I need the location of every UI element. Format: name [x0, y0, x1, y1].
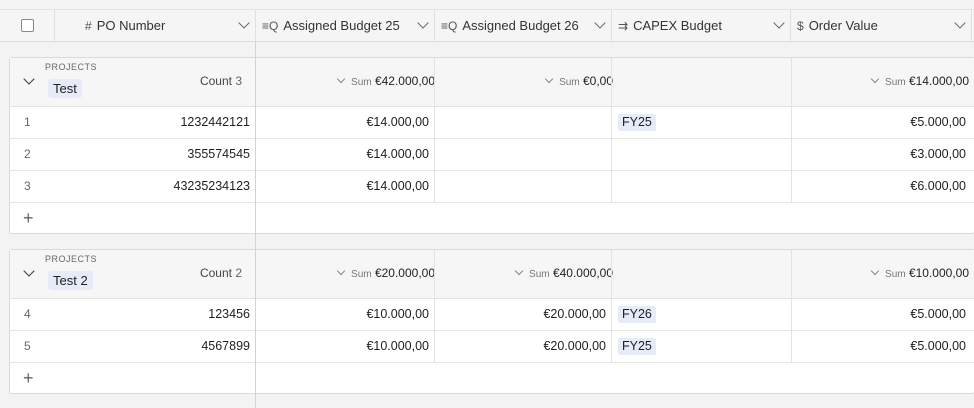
group-field-label: PROJECTS [45, 254, 98, 264]
column-header-po-number[interactable]: # PO Number [55, 10, 256, 41]
order-value-cell[interactable]: €5.000,00 [791, 330, 972, 362]
group-count: Count 3 [199, 74, 242, 88]
summary-order-value[interactable]: Sum €10.000,00 [870, 266, 969, 280]
assigned-budget-26-cell[interactable]: €20.000,00 [435, 330, 612, 362]
chevron-down-icon[interactable] [594, 17, 606, 29]
po-number-cell[interactable]: 43235234123 [55, 170, 256, 202]
table-row[interactable]: 2 355574545 €14.000,00 €3.000,00 [10, 138, 974, 171]
assigned-budget-26-cell[interactable]: €20.000,00 [435, 298, 612, 330]
po-number-cell[interactable]: 355574545 [55, 138, 256, 170]
assigned-budget-25-cell[interactable]: €14.000,00 [256, 138, 435, 170]
group-field-label: PROJECTS [45, 62, 98, 72]
select-all-checkbox[interactable] [21, 19, 34, 32]
capex-budget-cell[interactable]: FY25 [618, 330, 656, 362]
capex-budget-cell[interactable]: FY25 [618, 106, 656, 138]
column-header-row: # PO Number ≡Q Assigned Budget 25 ≡Q Ass… [0, 9, 974, 42]
assigned-budget-25-cell[interactable]: €10.000,00 [256, 298, 435, 330]
column-header-capex-budget[interactable]: ⇉ CAPEX Budget [612, 10, 791, 41]
summary-assigned-budget-26[interactable]: Sum €40.000,00 [514, 266, 613, 280]
summary-order-value[interactable]: Sum €14.000,00 [870, 74, 969, 88]
assigned-budget-25-cell[interactable]: €14.000,00 [256, 106, 435, 138]
assigned-budget-26-cell[interactable] [435, 170, 612, 202]
row-number: 2 [24, 147, 31, 161]
assigned-budget-25-cell[interactable]: €10.000,00 [256, 330, 435, 362]
table-row[interactable]: 4 123456 €10.000,00 €20.000,00 FY26 €5.0… [10, 298, 974, 331]
column-label: Assigned Budget 25 [283, 18, 400, 33]
column-label: PO Number [96, 18, 166, 33]
lookup-field-icon: ≡Q [262, 18, 279, 33]
group-test-2: PROJECTS Test 2 Count 2 Sum €20.000,00 S… [9, 249, 974, 394]
column-header-assigned-budget-25[interactable]: ≡Q Assigned Budget 25 [256, 10, 435, 41]
column-header-assigned-budget-26[interactable]: ≡Q Assigned Budget 26 [435, 10, 612, 41]
capex-tag: FY25 [618, 114, 656, 131]
group-header[interactable]: PROJECTS Test Count 3 [10, 58, 255, 107]
group-summary-bar: Sum €20.000,00 Sum €40.000,00 Sum €10.00… [256, 250, 974, 299]
po-number-cell[interactable]: 1232442121 [55, 106, 256, 138]
assigned-budget-26-cell[interactable] [435, 106, 612, 138]
chevron-down-icon [870, 266, 880, 276]
chevron-down-icon[interactable] [773, 17, 785, 29]
lookup-field-icon: ≡Q [441, 18, 458, 33]
row-number: 5 [24, 339, 31, 353]
row-number: 4 [24, 307, 31, 321]
assigned-budget-26-cell[interactable] [435, 138, 612, 170]
chevron-down-icon [870, 74, 880, 84]
order-value-cell[interactable]: €5.000,00 [791, 106, 972, 138]
group-name-tag: Test 2 [48, 271, 93, 290]
chevron-down-icon[interactable] [954, 17, 966, 29]
chevron-down-icon[interactable] [417, 17, 429, 29]
group-test: PROJECTS Test Count 3 Sum €42.000,00 Sum… [9, 57, 974, 234]
assigned-budget-25-cell[interactable]: €14.000,00 [256, 170, 435, 202]
order-value-cell[interactable]: €5.000,00 [791, 298, 972, 330]
number-field-icon: # [85, 18, 92, 33]
po-number-cell[interactable]: 4567899 [55, 330, 256, 362]
column-label: Order Value [808, 18, 878, 33]
chevron-down-icon [544, 74, 554, 84]
frozen-column-divider[interactable] [255, 42, 256, 408]
table-row[interactable]: 1 1232442121 €14.000,00 FY25 €5.000,00 [10, 106, 974, 139]
group-summary-bar: Sum €42.000,00 Sum €0,00 Sum €14.000,00 [256, 58, 974, 107]
plus-icon: + [23, 208, 34, 228]
row-number: 1 [24, 115, 31, 129]
summary-assigned-budget-25[interactable]: Sum €20.000,00 [336, 266, 435, 280]
chevron-down-icon [336, 74, 346, 84]
column-header-order-value[interactable]: $ Order Value [791, 10, 972, 41]
summary-assigned-budget-25[interactable]: Sum €42.000,00 [336, 74, 435, 88]
add-row-button[interactable]: + [10, 362, 255, 394]
collapse-chevron-icon[interactable] [23, 265, 35, 277]
order-value-cell[interactable]: €6.000,00 [791, 170, 972, 202]
select-all-cell [0, 10, 55, 41]
group-name-tag: Test [48, 79, 82, 98]
add-row-button[interactable]: + [10, 202, 255, 234]
group-header[interactable]: PROJECTS Test 2 Count 2 [10, 250, 255, 299]
capex-tag: FY25 [618, 338, 656, 355]
order-value-cell[interactable]: €3.000,00 [791, 138, 972, 170]
chevron-down-icon [514, 266, 524, 276]
table-row[interactable]: 5 4567899 €10.000,00 €20.000,00 FY25 €5.… [10, 330, 974, 363]
currency-field-icon: $ [797, 18, 804, 33]
collapse-chevron-icon[interactable] [23, 73, 35, 85]
column-label: Assigned Budget 26 [462, 18, 579, 33]
link-field-icon: ⇉ [618, 18, 629, 33]
chevron-down-icon[interactable] [238, 17, 250, 29]
chevron-down-icon [336, 266, 346, 276]
po-number-cell[interactable]: 123456 [55, 298, 256, 330]
summary-assigned-budget-26[interactable]: Sum €0,00 [544, 74, 613, 88]
capex-tag: FY26 [618, 306, 656, 323]
table-row[interactable]: 3 43235234123 €14.000,00 €6.000,00 [10, 170, 974, 203]
capex-budget-cell[interactable]: FY26 [618, 298, 656, 330]
row-number: 3 [24, 179, 31, 193]
group-count: Count 2 [199, 266, 242, 280]
plus-icon: + [23, 368, 34, 388]
column-label: CAPEX Budget [633, 18, 722, 33]
